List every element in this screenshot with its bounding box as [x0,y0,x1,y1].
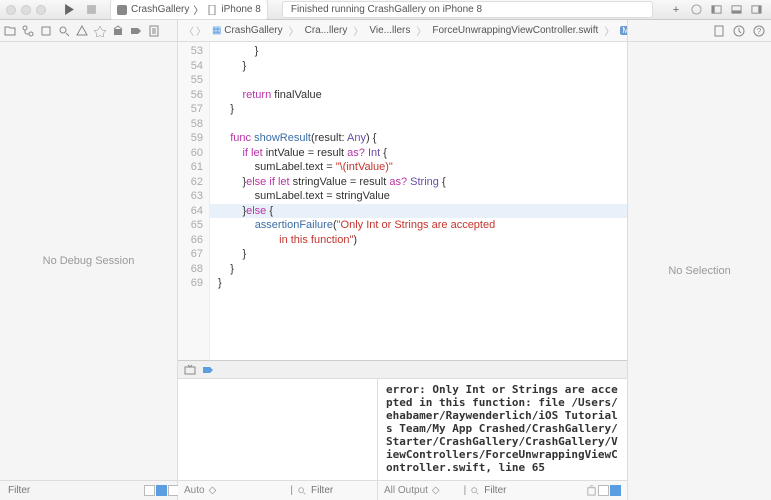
activity-status: Finished running CrashGallery on iPhone … [282,1,653,18]
minimize-window[interactable] [21,5,31,15]
auto-selector[interactable]: Auto [184,485,205,496]
library-button[interactable] [687,2,705,18]
debug-session-message: No Debug Session [0,42,177,480]
scheme-app-label: CrashGallery [131,4,189,15]
window-controls [6,5,46,15]
inspector-selector: ? [628,20,771,42]
jump-group[interactable]: Vie...llers [365,24,414,37]
forward-button[interactable]: 〉 [196,23,206,38]
no-selection-message: No Selection [628,42,771,500]
svg-text:?: ? [757,27,762,36]
console-filter-bar: All Output ◇ | [378,481,627,500]
navigator-filter-input[interactable] [8,485,140,496]
jump-bar[interactable]: 〈 〉 ▦ CrashGallery 〉 Cra...llery 〉 Vie..… [178,20,627,42]
code-content[interactable]: } } return finalValue } func showResult(… [210,42,627,360]
toggle-right-panel[interactable] [747,2,765,18]
project-nav-icon[interactable] [4,25,16,37]
filter-toggle-2[interactable] [156,485,167,496]
jump-folder[interactable]: Cra...llery [301,24,352,37]
clear-console-icon[interactable] [586,485,597,496]
jump-project[interactable]: ▦ CrashGallery [208,24,287,37]
toggle-bottom-panel[interactable] [727,2,745,18]
navigator-filter [0,480,177,500]
scheme-device-label: iPhone 8 [221,4,260,15]
source-editor[interactable]: 5354555657585960616263646566676869 } } r… [178,42,627,360]
toggle-left-panel[interactable] [707,2,725,18]
run-button[interactable] [60,2,78,18]
close-window[interactable] [6,5,16,15]
main-toolbar: CrashGallery 〉 iPhone 8 Finished running… [0,0,771,20]
debug-area: error: Only Int or Strings are accepted … [178,360,627,500]
editor-area: 〈 〉 ▦ CrashGallery 〉 Cra...llery 〉 Vie..… [178,20,627,500]
back-button[interactable]: 〈 [184,23,194,38]
scheme-selector[interactable]: CrashGallery 〉 iPhone 8 [110,0,268,20]
help-inspector-icon[interactable]: ? [753,25,765,37]
filter-toggle-1[interactable] [144,485,155,496]
hide-debug-icon[interactable] [184,364,196,376]
report-nav-icon[interactable] [148,25,160,37]
zoom-window[interactable] [36,5,46,15]
breakpoints-toggle-icon[interactable] [202,364,214,376]
app-icon [117,5,127,15]
debug-nav-icon[interactable] [112,25,124,37]
breakpoint-nav-icon[interactable] [130,25,142,37]
add-button[interactable]: + [667,2,685,18]
debug-toolbar [178,361,627,379]
console-output[interactable]: error: Only Int or Strings are accepted … [378,379,627,480]
test-nav-icon[interactable] [94,25,106,37]
inspector-panel: ? No Selection [627,20,771,500]
file-inspector-icon[interactable] [713,25,725,37]
stop-button[interactable] [82,2,100,18]
filter-icon [470,486,480,496]
device-icon [207,5,217,15]
history-inspector-icon[interactable] [733,25,745,37]
filter-icon [297,486,307,496]
source-control-icon[interactable] [22,25,34,37]
navigator-panel: No Debug Session [0,20,178,500]
console-filter-input[interactable] [484,485,544,496]
variables-filter-bar: Auto ◇ | [178,481,378,500]
show-vars-toggle[interactable] [598,485,609,496]
issue-nav-icon[interactable] [76,25,88,37]
output-selector[interactable]: All Output [384,485,428,496]
variables-view[interactable] [178,379,378,480]
show-console-toggle[interactable] [610,485,621,496]
jump-file[interactable]: ForceUnwrappingViewController.swift [428,24,602,37]
find-nav-icon[interactable] [58,25,70,37]
navigator-selector [0,20,177,42]
symbol-nav-icon[interactable] [40,25,52,37]
line-gutter: 5354555657585960616263646566676869 [178,42,210,360]
vars-filter-input[interactable] [311,485,371,496]
